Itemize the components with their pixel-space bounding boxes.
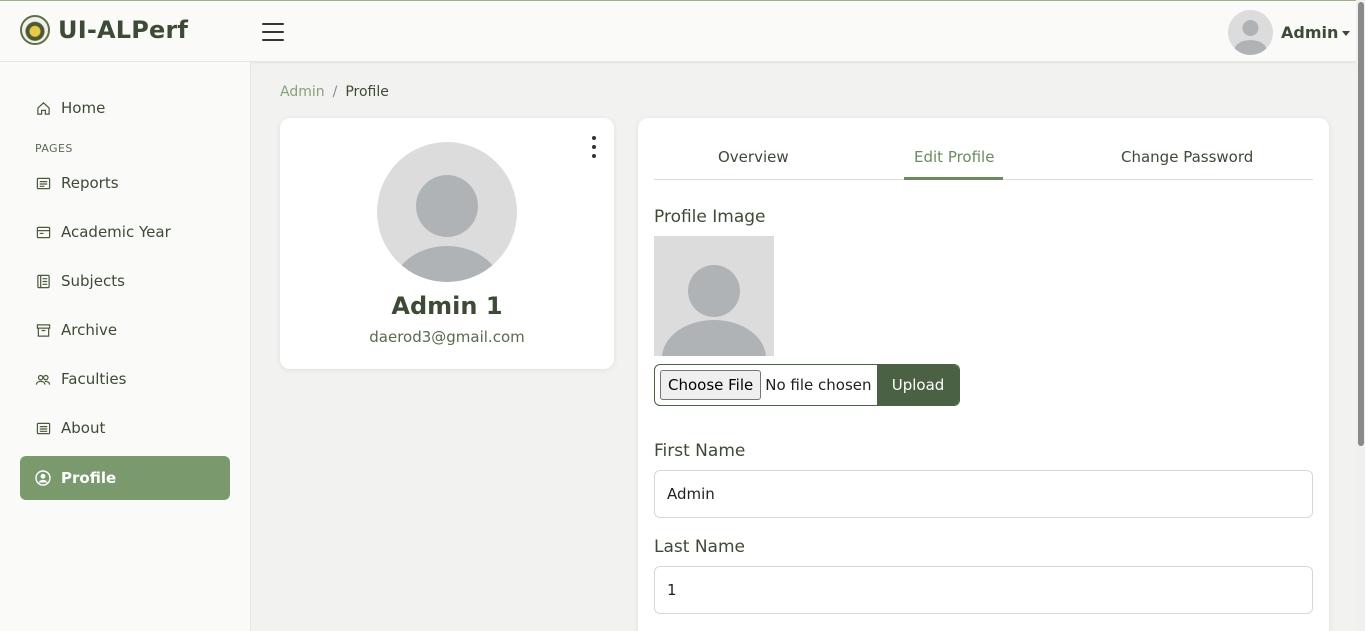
sidebar-item-profile[interactable]: Profile bbox=[20, 456, 230, 500]
person-circle-icon bbox=[35, 470, 51, 486]
scrollbar-thumb[interactable] bbox=[1358, 2, 1364, 446]
profile-image-label: Profile Image bbox=[654, 207, 766, 227]
hamburger-menu-icon[interactable] bbox=[262, 23, 284, 43]
sidebar-item-academic-year[interactable]: Academic Year bbox=[20, 210, 230, 254]
profile-image-preview bbox=[654, 236, 774, 356]
archive-icon bbox=[35, 322, 51, 338]
breadcrumb-link-admin[interactable]: Admin bbox=[280, 84, 325, 100]
user-dropdown[interactable]: Admin bbox=[1281, 23, 1351, 42]
user-name-label: Admin bbox=[1281, 23, 1339, 42]
upload-button[interactable]: Upload bbox=[877, 365, 959, 405]
top-navbar: UI-ALPerf Admin bbox=[0, 0, 1356, 62]
sidebar-item-home[interactable]: Home bbox=[20, 86, 230, 130]
tab-change-password[interactable]: Change Password bbox=[1121, 148, 1253, 166]
sidebar-item-reports[interactable]: Reports bbox=[20, 161, 230, 205]
brand-title[interactable]: UI-ALPerf bbox=[58, 16, 188, 44]
sidebar-item-label: Academic Year bbox=[61, 223, 171, 241]
first-name-field[interactable] bbox=[654, 470, 1313, 518]
breadcrumb-separator: / bbox=[332, 84, 338, 100]
choose-file-button[interactable]: Choose File bbox=[660, 370, 762, 400]
profile-email: daerod3@gmail.com bbox=[369, 328, 525, 346]
first-name-label: First Name bbox=[654, 441, 746, 461]
breadcrumb-current: Profile bbox=[345, 84, 389, 100]
sidebar-item-faculties[interactable]: Faculties bbox=[20, 357, 230, 401]
tab-edit-profile[interactable]: Edit Profile bbox=[914, 148, 994, 166]
sidebar-section-label: PAGES bbox=[35, 142, 73, 155]
last-name-field[interactable] bbox=[654, 566, 1313, 614]
breadcrumb: Admin / Profile bbox=[280, 84, 389, 100]
file-upload-group: Choose File No file chosen Upload bbox=[654, 364, 960, 406]
caret-down-icon bbox=[1342, 31, 1351, 36]
sidebar-item-label: Profile bbox=[61, 469, 117, 487]
sidebar-item-label: Archive bbox=[61, 321, 118, 339]
list-icon bbox=[35, 420, 51, 436]
sidebar-item-label: About bbox=[61, 419, 106, 437]
profile-tabs: Overview Edit Profile Change Password bbox=[654, 138, 1313, 180]
book-icon bbox=[35, 273, 51, 289]
people-icon bbox=[35, 371, 51, 387]
sidebar-item-label: Faculties bbox=[61, 370, 127, 388]
profile-avatar bbox=[377, 142, 517, 282]
sidebar-item-label: Home bbox=[61, 99, 106, 117]
active-tab-indicator bbox=[904, 177, 1003, 180]
profile-name: Admin 1 bbox=[391, 292, 503, 320]
sidebar-item-label: Subjects bbox=[61, 272, 125, 290]
avatar[interactable] bbox=[1228, 10, 1273, 55]
sidebar: Home PAGES Reports Academic Year Subject… bbox=[0, 62, 251, 631]
kebab-menu-icon[interactable] bbox=[590, 136, 598, 158]
logo-icon[interactable] bbox=[20, 15, 50, 45]
calendar-card-icon bbox=[35, 224, 51, 240]
reports-icon bbox=[35, 175, 51, 191]
sidebar-item-subjects[interactable]: Subjects bbox=[20, 259, 230, 303]
sidebar-item-archive[interactable]: Archive bbox=[20, 308, 230, 352]
edit-profile-card: Overview Edit Profile Change Password Pr… bbox=[638, 118, 1329, 631]
last-name-label: Last Name bbox=[654, 537, 745, 557]
sidebar-item-about[interactable]: About bbox=[20, 406, 230, 450]
home-icon bbox=[35, 100, 51, 116]
profile-summary-card: Admin 1 daerod3@gmail.com bbox=[280, 118, 614, 369]
sidebar-item-label: Reports bbox=[61, 174, 119, 192]
no-file-chosen-text: No file chosen bbox=[765, 376, 872, 394]
tab-overview[interactable]: Overview bbox=[718, 148, 789, 166]
